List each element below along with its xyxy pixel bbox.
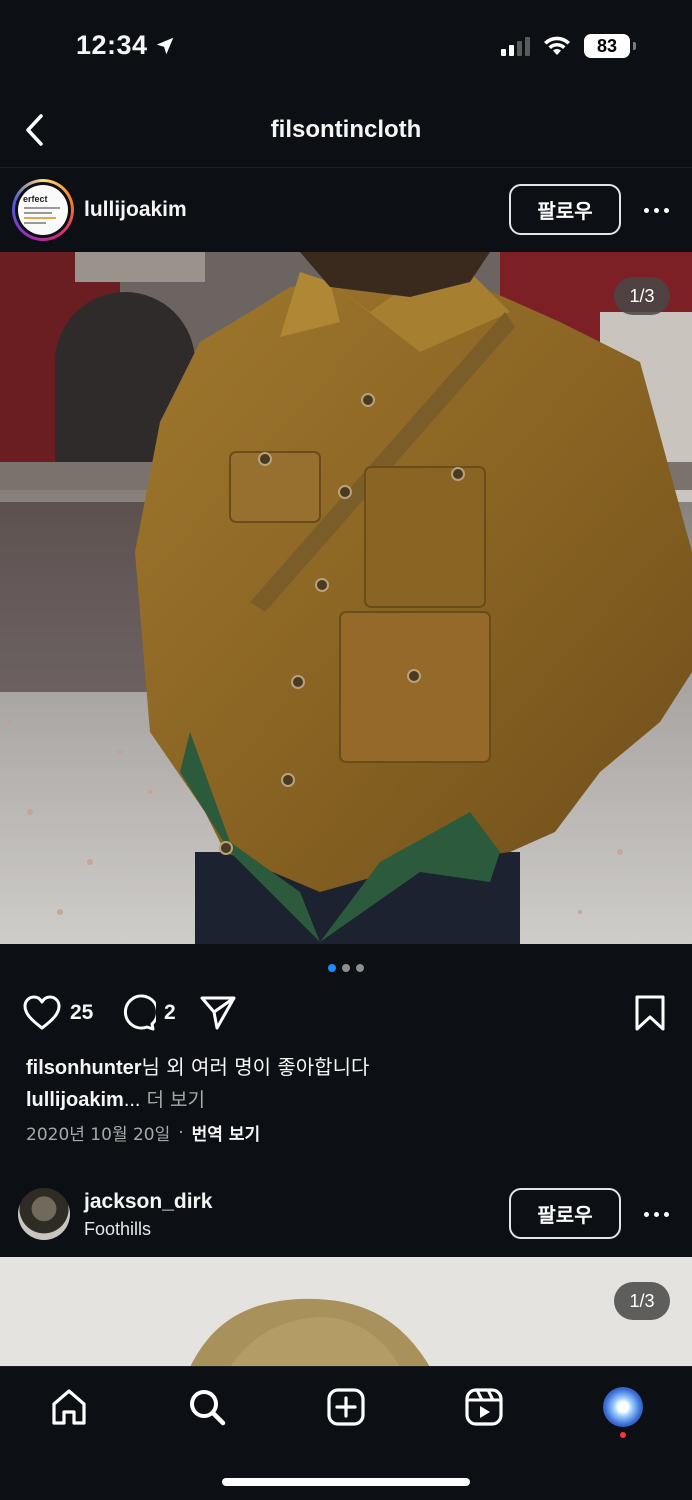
post-location[interactable]: Foothills <box>84 1219 151 1240</box>
avatar-story-ring[interactable]: erfect <box>12 179 74 241</box>
post-image-2[interactable]: 1/3 <box>0 1257 692 1367</box>
carousel-dot-active <box>328 964 336 972</box>
post-username-2[interactable]: jackson_dirk <box>84 1190 212 1214</box>
status-bar: 12:34 83 <box>0 0 692 92</box>
likes-username[interactable]: filsonhunter <box>26 1057 142 1079</box>
like-count: 25 <box>70 1001 94 1024</box>
follow-button[interactable]: 팔로우 <box>509 184 621 235</box>
cellular-signal-icon <box>501 36 530 56</box>
more-options-button[interactable] <box>636 190 676 230</box>
carousel-dot <box>356 964 364 972</box>
home-icon <box>52 1389 86 1425</box>
likes-summary[interactable]: filsonhunter님 외 여러 명이 좋아합니다 <box>26 1051 369 1080</box>
likes-suffix: 님 외 여러 명이 좋아합니다 <box>141 1055 370 1079</box>
reels-icon <box>465 1388 503 1426</box>
plus-square-icon <box>327 1388 365 1426</box>
home-indicator <box>222 1478 470 1486</box>
paper-plane-icon <box>200 996 236 1030</box>
page-title: filsontincloth <box>270 116 422 143</box>
post-header: erfect lullijoakim 팔로우 <box>0 168 692 252</box>
notification-dot <box>620 1432 626 1438</box>
meta-separator: · <box>178 1122 184 1143</box>
post-date: 2020년 10월 20일 <box>26 1125 171 1145</box>
follow-button-2[interactable]: 팔로우 <box>509 1188 621 1239</box>
tab-profile[interactable] <box>601 1385 645 1429</box>
tab-reels[interactable] <box>462 1385 506 1429</box>
carousel-dots <box>0 964 692 972</box>
battery-level: 83 <box>596 35 618 56</box>
heart-icon <box>23 995 61 1030</box>
post-header-2: jackson_dirk Foothills 팔로우 <box>0 1172 692 1256</box>
post-photo-jacket <box>0 252 692 944</box>
status-time-group: 12:34 <box>76 30 176 61</box>
post-meta: 2020년 10월 20일 · 번역 보기 <box>26 1120 260 1146</box>
status-time: 12:34 <box>76 30 148 60</box>
location-arrow-icon <box>156 37 173 54</box>
tab-create[interactable] <box>324 1385 368 1429</box>
tab-home[interactable] <box>47 1385 91 1429</box>
more-horizontal-icon <box>643 207 669 213</box>
post-actions: 25 2 <box>0 992 692 1036</box>
more-options-button-2[interactable] <box>636 1194 676 1234</box>
avatar: erfect <box>18 185 68 235</box>
status-indicators: 83 <box>501 34 636 58</box>
bookmark-icon <box>635 995 665 1031</box>
search-icon <box>190 1390 226 1426</box>
post-photo-hat <box>190 1298 430 1367</box>
carousel-dot <box>342 964 350 972</box>
more-horizontal-icon <box>643 1211 669 1217</box>
tab-search[interactable] <box>185 1385 229 1429</box>
carousel-counter: 1/3 <box>614 277 670 315</box>
battery-indicator: 83 <box>584 34 636 58</box>
post-image[interactable]: 1/3 <box>0 252 692 944</box>
carousel-counter-2: 1/3 <box>614 1282 670 1320</box>
comment-count: 2 <box>164 1001 176 1024</box>
profile-avatar <box>603 1387 643 1427</box>
comment-icon <box>123 994 156 1031</box>
like-button[interactable]: 25 <box>22 994 93 1032</box>
top-nav: filsontincloth <box>0 92 692 168</box>
caption-username[interactable]: lullijoakim <box>26 1089 124 1111</box>
save-button[interactable] <box>632 994 668 1032</box>
avatar[interactable] <box>18 1188 70 1240</box>
comment-button[interactable]: 2 <box>118 994 176 1032</box>
wifi-icon <box>544 36 570 55</box>
caption-ellipsis: ... <box>123 1089 141 1111</box>
translate-link[interactable]: 번역 보기 <box>192 1120 260 1145</box>
share-button[interactable] <box>199 994 237 1032</box>
caption-more-link[interactable]: 더 보기 <box>140 1089 206 1111</box>
caption[interactable]: lullijoakim... 더 보기 <box>26 1085 205 1112</box>
post-username[interactable]: lullijoakim <box>84 198 187 222</box>
